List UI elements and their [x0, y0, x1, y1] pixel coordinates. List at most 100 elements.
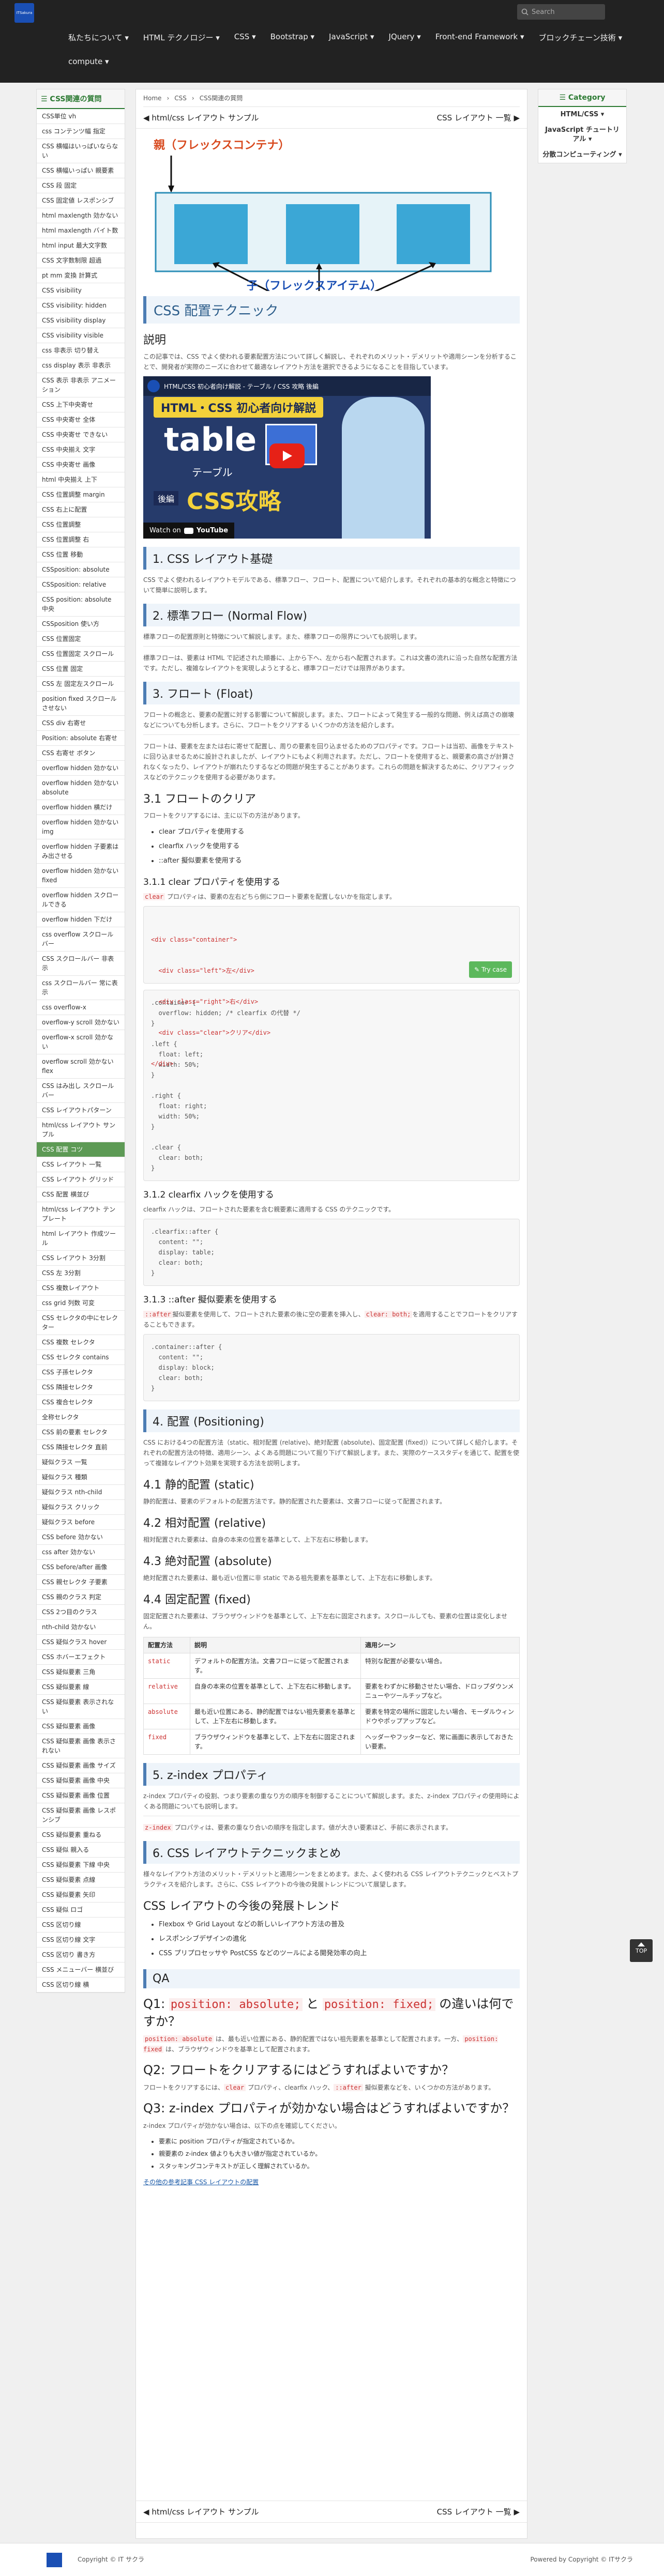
category-javascript[interactable]: JavaScript チュートリアル ▾ — [538, 122, 626, 147]
sidebar-item[interactable]: CSS セレクタの中にセレクター — [37, 1311, 125, 1335]
sidebar-item[interactable]: CSS 位置固定 — [37, 632, 125, 647]
sidebar-item[interactable]: css after 効かない — [37, 1545, 125, 1560]
sidebar-item[interactable]: CSS 区切り 書き方 — [37, 1948, 125, 1962]
sidebar-item[interactable]: html/css レイアウト テンプレート — [37, 1202, 125, 1226]
sidebar-item[interactable]: CSS visibility — [37, 283, 125, 298]
sidebar-item[interactable]: CSS 横幅いっぱい 親要素 — [37, 163, 125, 178]
sidebar-item[interactable]: html 中央揃え 上下 — [37, 472, 125, 487]
nav-bootstrap[interactable]: Bootstrap ▾ — [263, 28, 322, 47]
sidebar-item[interactable]: CSS 複数 セレクタ — [37, 1335, 125, 1350]
nav-about[interactable]: 私たちについて ▾ — [61, 28, 136, 47]
sidebar-item[interactable]: CSS 複数レイアウト — [37, 1281, 125, 1296]
category-distributed[interactable]: 分散コンピューティング ▾ — [538, 147, 626, 163]
sidebar-item[interactable]: CSS 左 3分割 — [37, 1266, 125, 1281]
sidebar-item[interactable]: CSS 疑似要素 画像 — [37, 1719, 125, 1734]
sidebar-item[interactable]: html input 最大文字数 — [37, 238, 125, 253]
sidebar-item[interactable]: CSS before 効かない — [37, 1530, 125, 1545]
sidebar-item[interactable]: css overflow-x — [37, 1000, 125, 1015]
sidebar-item[interactable]: CSS 位置調整 右 — [37, 532, 125, 547]
sidebar-item[interactable]: overflow-x scroll 効かない — [37, 1030, 125, 1054]
sidebar-item[interactable]: CSS 中央寄せ 全体 — [37, 412, 125, 427]
nav-compute[interactable]: compute ▾ — [61, 53, 116, 70]
sidebar-item[interactable]: CSS 位置固定 スクロール — [37, 647, 125, 662]
sidebar-item[interactable]: CSS はみ出し スクロールバー — [37, 1079, 125, 1103]
sidebar-item[interactable]: CSS 隣接セレクタ 直前 — [37, 1440, 125, 1455]
sidebar-item[interactable]: CSS 区切り線 — [37, 1918, 125, 1933]
sidebar-item[interactable]: html レイアウト 作成ツール — [37, 1226, 125, 1251]
sidebar-item[interactable]: CSS 子孫セレクタ — [37, 1365, 125, 1380]
sidebar-item[interactable]: CSS 区切り線 文字 — [37, 1933, 125, 1948]
sidebar-item[interactable]: 疑似クラス before — [37, 1515, 125, 1530]
pager-next[interactable]: CSS レイアウト 一覧 ▶ — [437, 2506, 520, 2517]
pager-prev[interactable]: ◀ html/css レイアウト サンプル — [143, 2506, 259, 2517]
sidebar-item[interactable]: html maxlength バイト数 — [37, 223, 125, 238]
sidebar-item[interactable]: CSS 文字数制限 超過 — [37, 253, 125, 268]
sidebar-item[interactable]: CSS 疑似要素 重ねる — [37, 1828, 125, 1843]
sidebar-item[interactable]: CSS 疑似要素 画像 表示されない — [37, 1734, 125, 1758]
sidebar-item[interactable]: CSS 疑似クラス hover — [37, 1635, 125, 1650]
sidebar-item[interactable]: CSS レイアウト 一覧 — [37, 1157, 125, 1172]
sidebar-item[interactable]: 疑似クラス nth-child — [37, 1485, 125, 1500]
breadcrumb-css[interactable]: CSS — [174, 95, 187, 102]
sidebar-item[interactable]: 疑似クラス 種類 — [37, 1470, 125, 1485]
sidebar-item[interactable]: CSS before/after 画像 — [37, 1560, 125, 1575]
sidebar-item[interactable]: CSS 位置調整 — [37, 517, 125, 532]
sidebar-item[interactable]: overflow hidden 効かない absolute — [37, 776, 125, 800]
sidebar-item[interactable]: css スクロールバー 常に表示 — [37, 976, 125, 1000]
sidebar-item[interactable]: 疑似クラス クリック — [37, 1500, 125, 1515]
sidebar-item[interactable]: CSS 疑似要素 画像 レスポンシブ — [37, 1803, 125, 1828]
sidebar-item[interactable]: CSS position: absolute 中央 — [37, 592, 125, 617]
sidebar-item[interactable]: css コンテンツ幅 指定 — [37, 124, 125, 139]
try-case-button[interactable]: ✎ Try case — [469, 961, 512, 978]
pager-prev[interactable]: ◀ html/css レイアウト サンプル — [143, 112, 259, 123]
sidebar-item[interactable]: CSS 疑似 ロゴ — [37, 1903, 125, 1918]
sidebar-item[interactable]: CSS レイアウトパターン — [37, 1103, 125, 1118]
sidebar-item[interactable]: CSS 位置 移動 — [37, 547, 125, 562]
sidebar-item[interactable]: CSS 位置 固定 — [37, 662, 125, 677]
sidebar-item[interactable]: overflow hidden 下だけ — [37, 912, 125, 927]
sidebar-item[interactable]: CSS メニューバー 横並び — [37, 1962, 125, 1977]
back-to-top-button[interactable]: TOP — [630, 1939, 653, 1962]
sidebar-item[interactable]: CSS 横幅はいっぱいならない — [37, 139, 125, 163]
sidebar-item[interactable]: nth-child 効かない — [37, 1620, 125, 1635]
sidebar-item[interactable]: 全称セレクタ — [37, 1410, 125, 1425]
sidebar-item[interactable]: CSS 疑似要素 線 — [37, 1680, 125, 1695]
sidebar-item[interactable]: overflow hidden 効かない fixed — [37, 864, 125, 888]
video-embed[interactable]: HTML/CSS 初心者向け解説 - テーブル / CSS 攻略 後編 HTML… — [143, 376, 431, 539]
site-logo[interactable]: ITSakura — [14, 3, 34, 23]
sidebar-item[interactable]: CSS 中央揃え 文字 — [37, 442, 125, 457]
sidebar-item[interactable]: 疑似クラス 一覧 — [37, 1455, 125, 1470]
sidebar-item[interactable]: CSS スクロールバー 非表示 — [37, 952, 125, 976]
sidebar-item[interactable]: CSS 疑似 親入る — [37, 1843, 125, 1858]
sidebar-item[interactable]: CSS 上下中央寄せ — [37, 397, 125, 412]
sidebar-item[interactable]: CSSposition 使い方 — [37, 617, 125, 632]
sidebar-item[interactable]: css display 表示 非表示 — [37, 358, 125, 373]
sidebar-item[interactable]: overflow scroll 効かない flex — [37, 1054, 125, 1079]
sidebar-item[interactable]: CSS 疑似要素 表示されない — [37, 1695, 125, 1719]
sidebar-item[interactable]: CSS 親セレクタ 子要素 — [37, 1575, 125, 1590]
sidebar-item[interactable]: CSS 疑似要素 画像 位置 — [37, 1788, 125, 1803]
sidebar-item[interactable]: CSS 中央寄せ 画像 — [37, 457, 125, 472]
sidebar-item[interactable]: CSS div 右寄せ — [37, 716, 125, 731]
sidebar-item[interactable]: CSS レイアウト グリッド — [37, 1172, 125, 1187]
sidebar-item[interactable]: Position: absolute 右寄せ — [37, 731, 125, 746]
sidebar-item[interactable]: CSS 固定値 レスポンシブ — [37, 193, 125, 208]
sidebar-item[interactable]: overflow hidden 効かない — [37, 761, 125, 776]
search-box[interactable]: Search — [517, 4, 605, 20]
sidebar-item[interactable]: overflow hidden 横だけ — [37, 800, 125, 815]
sidebar-item[interactable]: CSS 左 固定左スクロール — [37, 677, 125, 692]
more-articles-link[interactable]: その他の参考記事 CSS レイアウトの配置 — [143, 2179, 259, 2186]
sidebar-item[interactable]: CSS 親のクラス 判定 — [37, 1590, 125, 1605]
sidebar-item[interactable]: CSS 疑似要素 下線 中央 — [37, 1858, 125, 1873]
sidebar-item[interactable]: overflow hidden スクロールできる — [37, 888, 125, 912]
sidebar-item[interactable]: CSS 疑似要素 画像 中央 — [37, 1773, 125, 1788]
sidebar-item[interactable]: CSS 段 固定 — [37, 178, 125, 193]
sidebar-item[interactable]: CSS 区切り線 横 — [37, 1977, 125, 1992]
sidebar-item[interactable]: CSS 右上に配置 — [37, 502, 125, 517]
sidebar-item[interactable]: pt mm 変換 計算式 — [37, 268, 125, 283]
video-play-button[interactable] — [269, 443, 305, 468]
category-html-css[interactable]: HTML/CSS ▾ — [538, 107, 626, 122]
sidebar-item[interactable]: position fixed スクロールさせない — [37, 692, 125, 716]
sidebar-item[interactable]: overflow hidden 子要素はみ出させる — [37, 839, 125, 864]
breadcrumb-current[interactable]: CSS関連の質問 — [200, 94, 243, 102]
